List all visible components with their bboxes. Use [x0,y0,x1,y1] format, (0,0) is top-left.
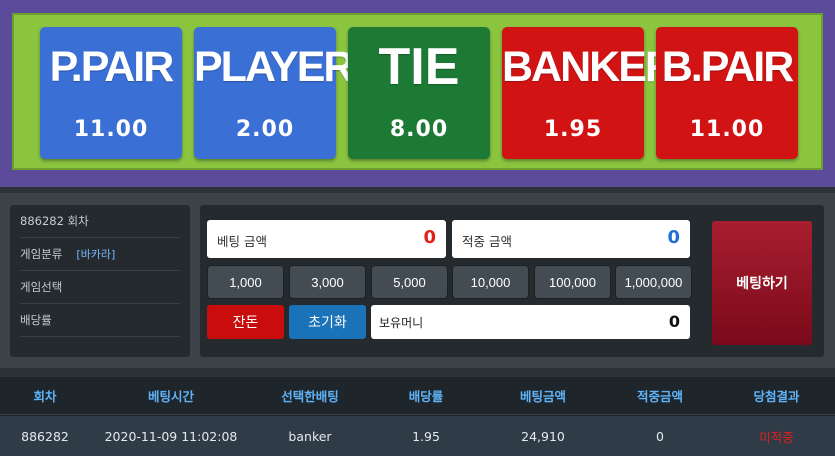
holdings-display: 보유머니 0 [371,305,690,339]
round-number-row: 886282 회차 [20,205,180,238]
reset-button[interactable]: 초기화 [289,305,366,339]
game-selection-label: 게임선택 [20,280,63,294]
chip-5000-button[interactable]: 5,000 [371,265,448,299]
chip-100000-button[interactable]: 100,000 [534,265,611,299]
chip-3000-button[interactable]: 3,000 [289,265,366,299]
bet-option-odds: 2.00 [235,117,295,142]
header-round: 회차 [33,389,57,404]
game-selection-row: 게임선택 [20,271,180,304]
win-amount-label: 적중 금액 [462,234,512,249]
header-selected-bet: 선택한배팅 [281,389,339,404]
cell-odds: 1.95 [412,428,440,444]
bet-option-player[interactable]: PLAYER 2.00 [194,27,354,159]
bet-option-banker[interactable]: BANKER 1.95 [502,27,676,159]
bet-option-odds: 1.95 [543,117,603,142]
bet-option-name: P.PAIR [49,43,175,91]
header-bet-time: 베팅시간 [147,389,194,404]
table-row: 886282 2020-11-09 11:02:08 banker 1.95 2… [0,416,835,456]
bet-option-name: TIE [378,38,460,96]
cell-result: 미적중 [759,429,794,445]
header-result: 당첨결과 [753,389,800,404]
bet-option-name: BANKER [502,43,676,91]
bet-input-panel: 베팅 금액 0 적중 금액 0 1,000 3,000 5,000 10,000… [200,205,824,357]
win-amount-field: 적중 금액 0 [452,220,690,258]
bet-option-name: B.PAIR [661,43,795,91]
game-category-label: 게임분류 [20,247,63,261]
place-bet-button[interactable]: 베팅하기 [712,221,812,345]
cell-round: 886282 [21,428,69,444]
bet-board: P.PAIR 11.00 PLAYER 2.00 TIE 8.00 BANKER… [0,0,835,187]
odds-row: 배당률 [20,304,180,337]
bet-amount-field[interactable]: 베팅 금액 0 [207,220,446,258]
header-odds: 배당률 [408,389,444,404]
bet-option-p-pair[interactable]: P.PAIR 11.00 [40,27,182,159]
header-win-amount: 적중금액 [636,389,683,404]
cell-bet-time: 2020-11-09 11:02:08 [104,428,238,444]
holdings-value: 0 [668,312,680,331]
odds-label: 배당률 [20,313,52,327]
bet-option-b-pair[interactable]: B.PAIR 11.00 [656,27,798,159]
bet-option-name: PLAYER [194,43,354,91]
bet-option-odds: 8.00 [389,117,449,142]
game-category-row: 게임분류 [바카라] [20,238,180,271]
cell-win-amount: 0 [656,428,664,444]
chip-1000000-button[interactable]: 1,000,000 [615,265,692,299]
chip-10000-button[interactable]: 10,000 [452,265,529,299]
game-category-value: [바카라] [76,248,116,261]
holdings-label: 보유머니 [379,316,424,330]
chip-1000-button[interactable]: 1,000 [207,265,284,299]
bet-option-tie[interactable]: TIE 8.00 [348,27,490,159]
bet-option-odds: 11.00 [73,117,149,142]
cell-bet-amount: 24,910 [521,428,565,444]
cell-selected-bet: banker [288,428,332,444]
bet-amount-value: 0 [423,227,436,248]
bet-history-table: 회차 베팅시간 선택한배팅 배당률 베팅금액 적중금액 당첨결과 886282 … [0,377,835,456]
change-button[interactable]: 잔돈 [207,305,284,339]
bet-option-odds: 11.00 [689,117,765,142]
bet-board-inner: P.PAIR 11.00 PLAYER 2.00 TIE 8.00 BANKER… [12,13,823,170]
betting-section: 886282 회차 게임분류 [바카라] 게임선택 배당률 베팅 금액 0 적중… [0,193,835,368]
win-amount-value: 0 [667,227,680,248]
round-info-panel: 886282 회차 게임분류 [바카라] 게임선택 배당률 [10,205,190,357]
table-header: 회차 베팅시간 선택한배팅 배당률 베팅금액 적중금액 당첨결과 [0,377,835,415]
round-number: 886282 회차 [20,214,89,228]
bet-amount-label: 베팅 금액 [217,234,267,249]
header-bet-amount: 베팅금액 [519,389,566,404]
